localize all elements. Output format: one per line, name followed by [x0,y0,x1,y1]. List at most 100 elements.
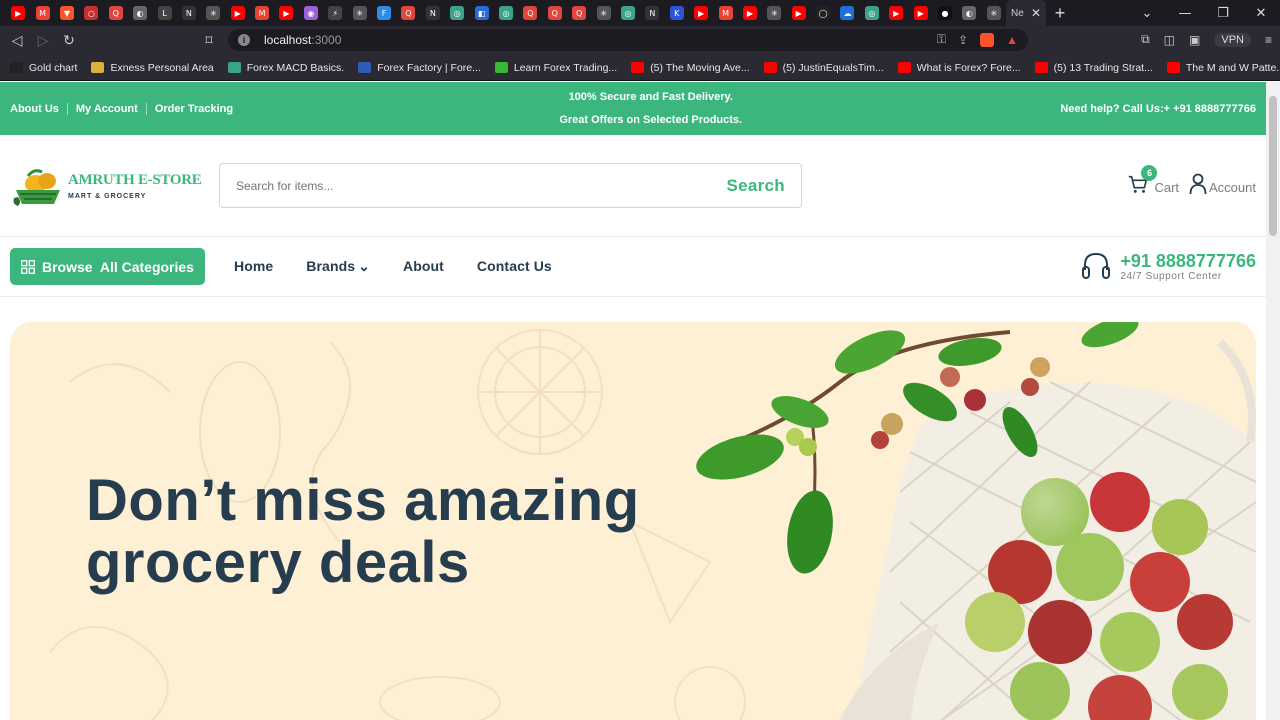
close-tab-icon[interactable]: ✕ [1031,6,1041,20]
browser-tab[interactable]: L [152,0,176,26]
sidebar-icon[interactable]: ◫ [1164,33,1175,47]
maximize-icon[interactable]: ❐ [1204,6,1242,21]
browser-tab[interactable]: ▼ [55,0,79,26]
browser-tab[interactable]: ○ [79,0,103,26]
browser-tab[interactable]: N [640,0,664,26]
bookmark-item[interactable]: Gold chart [10,62,77,74]
brave-rewards-icon[interactable]: ▲ [1006,33,1018,47]
web-page: About Us My Account Order Tracking 100% Se… [0,82,1266,720]
site-logo[interactable]: AMRUTH E-STORE MART & GROCERY [10,164,219,208]
browser-tab[interactable]: ● [933,0,957,26]
bookmark-item[interactable]: (5) 13 Trading Strat... [1034,62,1153,74]
browser-tab[interactable]: ✳ [201,0,225,26]
bookmark-item[interactable]: The M and W Patte... [1166,62,1280,74]
browser-tab[interactable]: ▶ [738,0,762,26]
browser-tab[interactable]: Q [567,0,591,26]
browser-tab[interactable]: ✳ [347,0,371,26]
address-bar[interactable]: i localhost:3000 ⚿ ⇪ ▲ [228,29,1028,51]
browser-tab[interactable]: ◎ [445,0,469,26]
extensions-icon[interactable]: ⧉ [1141,32,1150,47]
browser-tab[interactable]: ▶ [226,0,250,26]
browser-tab[interactable]: ✳ [591,0,615,26]
tab-favicon-icon: ◉ [303,6,318,20]
site-info-icon[interactable]: i [238,34,250,46]
nav-item-brands[interactable]: Brands ⌄ [306,258,370,275]
active-browser-tab[interactable]: Ne ✕ [1006,0,1047,26]
tab-favicon-icon: F [377,6,392,20]
browser-tab[interactable]: ◐ [957,0,981,26]
browser-tab[interactable]: ◐ [128,0,152,26]
browser-tab[interactable]: ◯ [811,0,835,26]
share-icon[interactable]: ⇪ [958,33,968,47]
browser-tab[interactable]: Q [104,0,128,26]
browser-tab[interactable]: N [421,0,445,26]
bookmark-favicon-icon [1034,62,1048,73]
top-link-order-tracking[interactable]: Order Tracking [145,102,241,115]
bookmark-item[interactable]: (5) JustinEqualsTim... [763,61,884,74]
browser-tab[interactable]: F [372,0,396,26]
bookmark-label: Forex Factory | Fore... [377,61,481,74]
browser-tab[interactable]: K [665,0,689,26]
browser-tab[interactable]: ▶ [787,0,811,26]
search-button[interactable]: Search [726,176,785,196]
tab-favicon-icon: ▼ [59,6,74,20]
browser-tab[interactable]: ☁ [835,0,859,26]
browser-tab[interactable]: ▶ [6,0,30,26]
logo-subtitle: MART & GROCERY [68,192,147,200]
forward-icon[interactable]: ▷ [30,33,56,49]
tab-list-chevron-icon[interactable]: ⌄ [1128,6,1166,21]
bookmark-item[interactable]: (5) The Moving Ave... [631,62,750,74]
bookmark-item[interactable]: Exness Personal Area [91,62,214,74]
top-link-about-us[interactable]: About Us [10,103,67,115]
browser-tab[interactable]: ◎ [494,0,518,26]
browser-tab[interactable]: Q [396,0,420,26]
browser-tab[interactable]: ▶ [274,0,298,26]
nav-item-home[interactable]: Home [234,258,273,275]
browser-tab[interactable]: ◧ [469,0,493,26]
browser-tab[interactable]: ▶ [908,0,932,26]
account-button[interactable]: Account [1189,173,1256,195]
vpn-button[interactable]: VPN [1214,32,1251,47]
support-phone[interactable]: +91 8888777766 [1120,251,1256,271]
tab-favicon-icon: ▶ [694,6,709,20]
key-icon[interactable]: ⚿ [937,32,946,47]
browser-tab[interactable]: ◉ [299,0,323,26]
browser-tab[interactable]: ◎ [860,0,884,26]
chevron-down-icon: ⌄ [358,258,370,274]
scrollbar-thumb[interactable] [1269,96,1277,236]
browser-tab[interactable]: ▶ [689,0,713,26]
minimize-icon[interactable]: — [1166,6,1204,21]
browser-tab[interactable]: M [250,0,274,26]
reload-icon[interactable]: ↻ [56,33,82,49]
nav-item-contact[interactable]: Contact Us [477,258,552,275]
bookmark-item[interactable]: What is Forex? Fore... [897,62,1021,74]
close-window-icon[interactable]: ✕ [1242,6,1280,21]
browser-tab[interactable]: ◎ [616,0,640,26]
browser-tab[interactable]: Q [543,0,567,26]
browser-tab[interactable]: M [30,0,54,26]
cart-button[interactable]: 6 Cart [1127,165,1179,195]
bookmark-item[interactable]: Learn Forex Trading... [494,62,617,74]
bookmark-label: (5) JustinEqualsTim... [782,61,884,74]
bookmark-favicon-icon [897,62,911,73]
browser-tab[interactable]: M [713,0,737,26]
nav-item-about[interactable]: About [403,258,444,275]
browser-tab[interactable]: ✳ [982,0,1006,26]
browser-tab[interactable]: N [177,0,201,26]
new-tab-button[interactable]: + [1046,3,1074,24]
browser-tab[interactable]: ▶ [884,0,908,26]
browser-tab[interactable]: ✳ [762,0,786,26]
bookmark-item[interactable]: Forex Factory | Fore... [358,62,481,74]
menu-icon[interactable]: ≡ [1265,33,1272,47]
bookmark-icon[interactable]: ⌑ [196,33,222,49]
bookmark-item[interactable]: Forex MACD Basics. [227,62,344,74]
browser-tab[interactable]: ⚡ [323,0,347,26]
page-scrollbar[interactable] [1266,82,1280,720]
top-link-my-account[interactable]: My Account [66,102,146,115]
browse-categories-button[interactable]: Browse All Categories [10,248,205,285]
back-icon[interactable]: ◁ [4,33,30,49]
brave-shields-icon[interactable] [980,32,995,47]
browser-tab[interactable]: Q [518,0,542,26]
search-input[interactable] [236,178,656,193]
wallet-icon[interactable]: ▣ [1189,33,1200,47]
